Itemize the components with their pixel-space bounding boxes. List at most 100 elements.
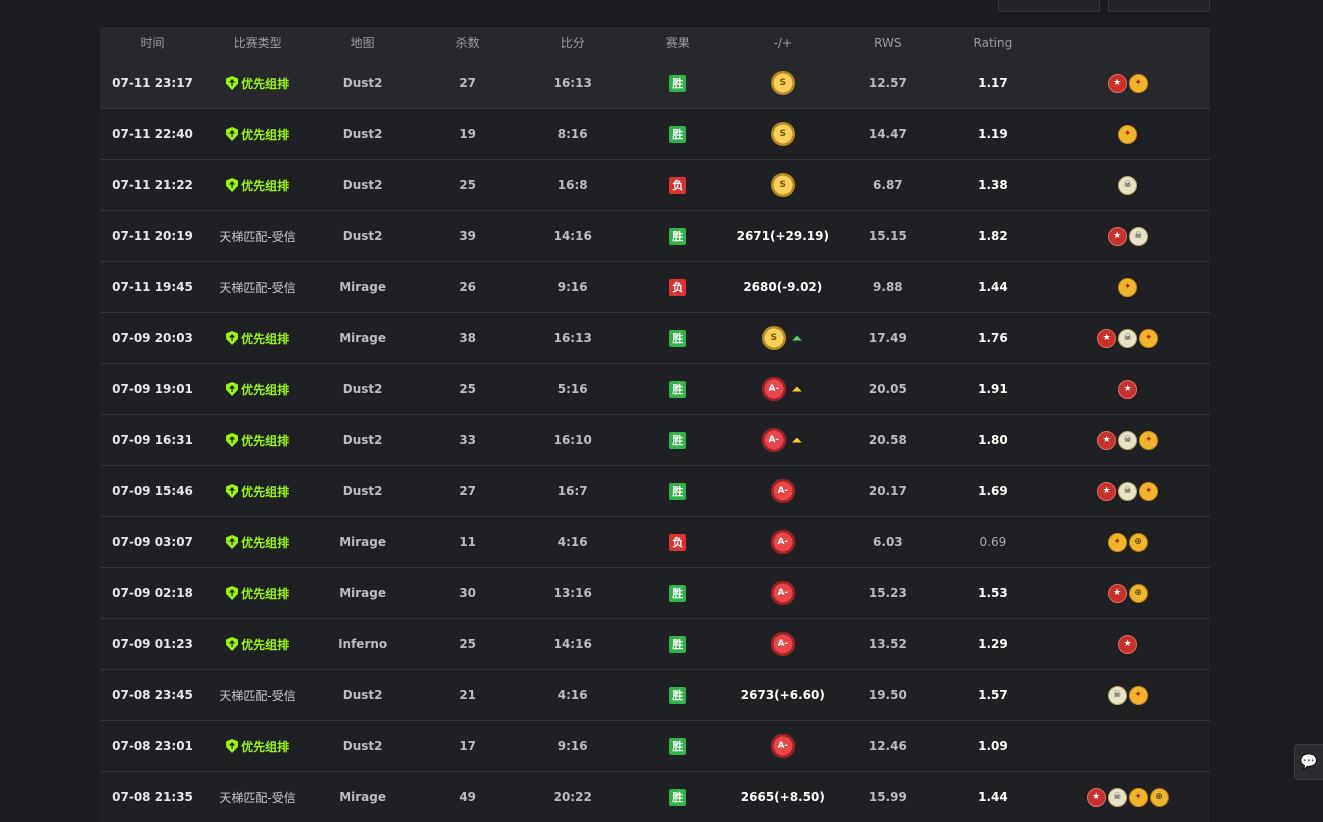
map-name: Dust2 [342,229,383,243]
filter-dropdown-2[interactable] [1108,0,1210,12]
match-type-label: 优先组排 [241,76,290,91]
match-time: 07-09 15:46 [112,484,193,498]
score: 16:7 [557,484,588,498]
table-row[interactable]: 07-08 21:35 天梯匹配-受信 Mirage 49 20:22 胜 2665(+8.… [100,771,1210,822]
score: 16:13 [553,76,592,90]
table-row[interactable]: 07-11 22:40 优先组排 Dust2 19 8:16 胜 S 14.47 1.19 ✦ [100,108,1210,159]
table-row[interactable]: 07-09 01:23 优先组排 Inferno 25 14:16 胜 A- 13.52 1.2… [100,618,1210,669]
table-row[interactable]: 07-11 23:17 优先组排 Dust2 27 16:13 胜 S 12.57 1.17 ★ ✦ [100,58,1210,108]
match-type: 优先组排 [205,126,310,143]
rank-medal-icon: S [761,326,786,350]
result-badge: 胜 [669,737,687,755]
elo-change: 2673(+6.60) [740,688,825,702]
star-badge-icon[interactable]: ★ [1097,328,1117,348]
table-row[interactable]: 07-09 16:31 优先组排 Dust2 33 16:10 胜 A- ⏶ 20.58 1.80… [100,414,1210,465]
table-row[interactable]: 07-08 23:01 优先组排 Dust2 17 9:16 胜 A- 12.46 1.09 [100,720,1210,771]
gun-badge-icon[interactable]: ✦ [1118,124,1138,144]
match-type: 优先组排 [205,636,310,653]
match-type: 天梯匹配-受信 [205,789,310,806]
score: 14:16 [553,229,592,243]
rws: 20.05 [868,382,907,396]
table-row[interactable]: 07-11 20:19 天梯匹配-受信 Dust2 39 14:16 胜 2671(+29.… [100,210,1210,261]
table-row[interactable]: 07-09 19:01 优先组排 Dust2 25 5:16 胜 A- ⏶ 20.05 1.91 ★ [100,363,1210,414]
gun-badge-icon[interactable]: ✦ [1118,277,1138,297]
header-cell[interactable]: 比分 [520,34,625,51]
score: 16:13 [553,331,592,345]
skull-badge-icon[interactable]: ☠ [1128,226,1148,246]
match-time: 07-09 16:31 [112,433,193,447]
chat-button[interactable]: 💬 [1294,744,1323,780]
shield-arrow-icon [226,178,239,192]
crosshair-badge-icon[interactable]: ⊕ [1128,583,1148,603]
elo-delta: S [730,173,835,197]
table-row[interactable]: 07-08 23:45 天梯匹配-受信 Dust2 21 4:16 胜 2673(+6.60… [100,669,1210,720]
elo-delta: 2671(+29.19) [730,229,835,243]
elo-delta: A- [730,581,835,605]
header-cell[interactable]: 地图 [310,34,415,51]
score: 4:16 [557,535,588,549]
match-type: 优先组排 [205,75,310,92]
gun-badge-icon[interactable]: ✦ [1128,685,1148,705]
shield-arrow-icon [226,382,239,396]
star-badge-icon[interactable]: ★ [1118,634,1138,654]
match-history-table: 时间 比赛类型 地图 杀数 比分 赛果 -/+ RWS Rating 07-11 23:17 优先… [100,27,1210,822]
star-badge-icon[interactable]: ★ [1097,481,1117,501]
header-cell[interactable]: Rating [940,36,1045,50]
star-badge-icon[interactable]: ★ [1118,379,1138,399]
result-cell: 胜 [625,737,730,755]
gun-badge-icon[interactable]: ✦ [1139,481,1159,501]
gun-badge-icon[interactable]: ✦ [1107,532,1127,552]
rating: 1.44 [978,280,1008,294]
elo-delta: 2665(+8.50) [730,790,835,804]
result-badge: 负 [669,278,687,296]
header-cell[interactable]: RWS [835,36,940,50]
gun-badge-icon[interactable]: ✦ [1139,328,1159,348]
table-row[interactable]: 07-09 20:03 优先组排 Mirage 38 16:13 胜 S ⏶ 17.49 1.76… [100,312,1210,363]
gun-badge-icon[interactable]: ✦ [1128,787,1148,807]
skull-badge-icon[interactable]: ☠ [1107,787,1127,807]
rws: 9.88 [873,280,903,294]
header-cell[interactable]: 杀数 [415,34,520,51]
result-badge: 胜 [669,74,687,92]
table-row[interactable]: 07-09 02:18 优先组排 Mirage 30 13:16 胜 A- 15.23 1.53… [100,567,1210,618]
rws: 20.17 [868,484,907,498]
result-cell: 胜 [625,635,730,653]
gun-badge-icon[interactable]: ✦ [1139,430,1159,450]
table-row[interactable]: 07-09 03:07 优先组排 Mirage 11 4:16 负 A- 6.03 0.69 ✦ ⊕ [100,516,1210,567]
crosshair-badge-icon[interactable]: ⊕ [1128,532,1148,552]
filter-dropdown-1[interactable] [998,0,1100,12]
header-cell[interactable]: -/+ [730,36,835,50]
skull-badge-icon[interactable]: ☠ [1107,685,1127,705]
crosshair-badge-icon[interactable]: ⊕ [1149,787,1169,807]
skull-badge-icon[interactable]: ☠ [1118,328,1138,348]
star-badge-icon[interactable]: ★ [1107,583,1127,603]
star-badge-icon[interactable]: ★ [1107,226,1127,246]
map-name: Dust2 [342,688,383,702]
header-cell[interactable]: 比赛类型 [205,34,310,51]
map-name: Mirage [339,586,387,600]
priority-badge: 优先组排 [226,585,289,602]
skull-badge-icon[interactable]: ☠ [1118,481,1138,501]
gun-badge-icon[interactable]: ✦ [1128,73,1148,93]
header-cell[interactable]: 赛果 [625,34,730,51]
star-badge-icon[interactable]: ★ [1097,430,1117,450]
rank-medal-icon: A- [770,734,795,758]
result-badge: 胜 [669,380,687,398]
elo-delta: S ⏶ [730,326,835,350]
achievement-badges: ★ [1045,634,1210,654]
table-row[interactable]: 07-11 19:45 天梯匹配-受信 Mirage 26 9:16 负 2680(-9.0… [100,261,1210,312]
header-cell[interactable]: 时间 [100,34,205,51]
skull-badge-icon[interactable]: ☠ [1118,430,1138,450]
rating: 1.76 [978,331,1008,345]
elo-change: 2671(+29.19) [736,229,829,243]
rank-medal-icon: S [770,173,795,197]
table-row[interactable]: 07-09 15:46 优先组排 Dust2 27 16:7 胜 A- 20.17 1.69 ★ ☠… [100,465,1210,516]
star-badge-icon[interactable]: ★ [1086,787,1106,807]
table-row[interactable]: 07-11 21:22 优先组排 Dust2 25 16:8 负 S 6.87 1.38 ☠ [100,159,1210,210]
kills: 25 [459,382,477,396]
star-badge-icon[interactable]: ★ [1107,73,1127,93]
result-badge: 胜 [669,584,687,602]
shield-arrow-icon [226,637,239,651]
skull-badge-icon[interactable]: ☠ [1118,175,1138,195]
elo-change: 2665(+8.50) [740,790,825,804]
